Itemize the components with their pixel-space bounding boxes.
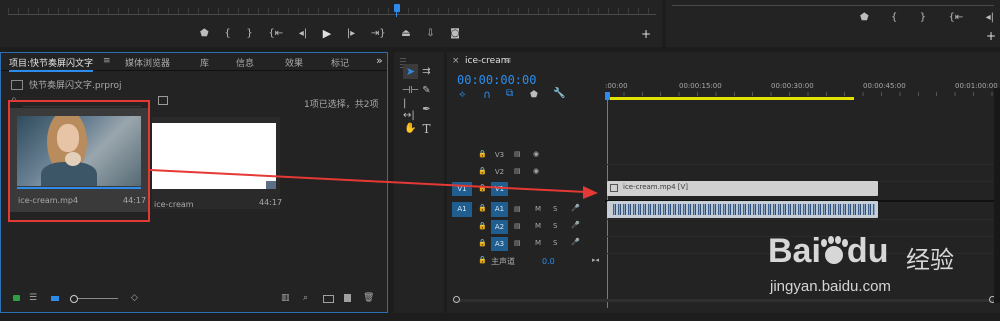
watermark: Bai du 经验 jingyan.baidu.com (760, 232, 980, 302)
watermark-suffix: 经验 (906, 246, 954, 274)
arrow-head (583, 186, 598, 199)
paw-icon (820, 236, 848, 266)
watermark-url: jingyan.baidu.com (770, 278, 891, 295)
watermark-brand: Bai du (768, 232, 889, 270)
arrow-line (149, 169, 587, 193)
